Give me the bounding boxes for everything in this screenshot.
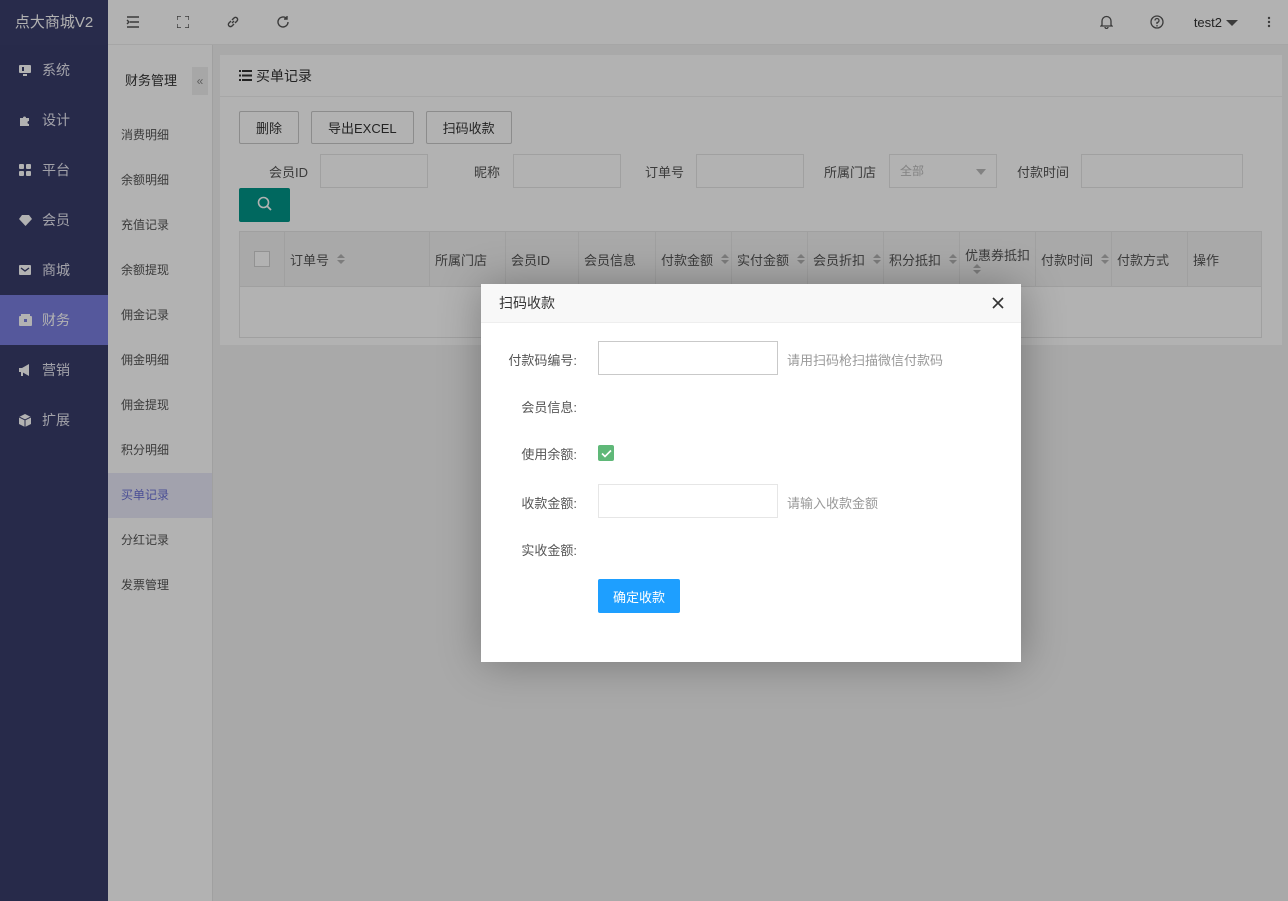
dialog-header: 扫码收款 <box>481 284 1021 323</box>
amount-label: 收款金额: <box>521 496 577 511</box>
actual-amount-label: 实收金额: <box>521 543 577 558</box>
close-icon[interactable] <box>990 295 1006 311</box>
use-balance-label: 使用余额: <box>521 447 577 462</box>
use-balance-checkbox[interactable] <box>598 445 614 461</box>
amount-input[interactable] <box>598 484 778 518</box>
scan-pay-dialog: 扫码收款 付款码编号: 请用扫码枪扫描微信付款码 会员信息: 使用余额: 收款金… <box>481 284 1021 662</box>
dialog-title: 扫码收款 <box>499 295 555 311</box>
confirm-pay-button[interactable]: 确定收款 <box>598 579 680 613</box>
pay-code-label: 付款码编号: <box>508 353 577 368</box>
pay-code-hint: 请用扫码枪扫描微信付款码 <box>787 353 944 368</box>
member-info-label: 会员信息: <box>521 400 577 415</box>
pay-code-input[interactable] <box>598 341 778 375</box>
amount-hint: 请输入收款金额 <box>787 496 879 511</box>
check-icon <box>600 446 612 461</box>
